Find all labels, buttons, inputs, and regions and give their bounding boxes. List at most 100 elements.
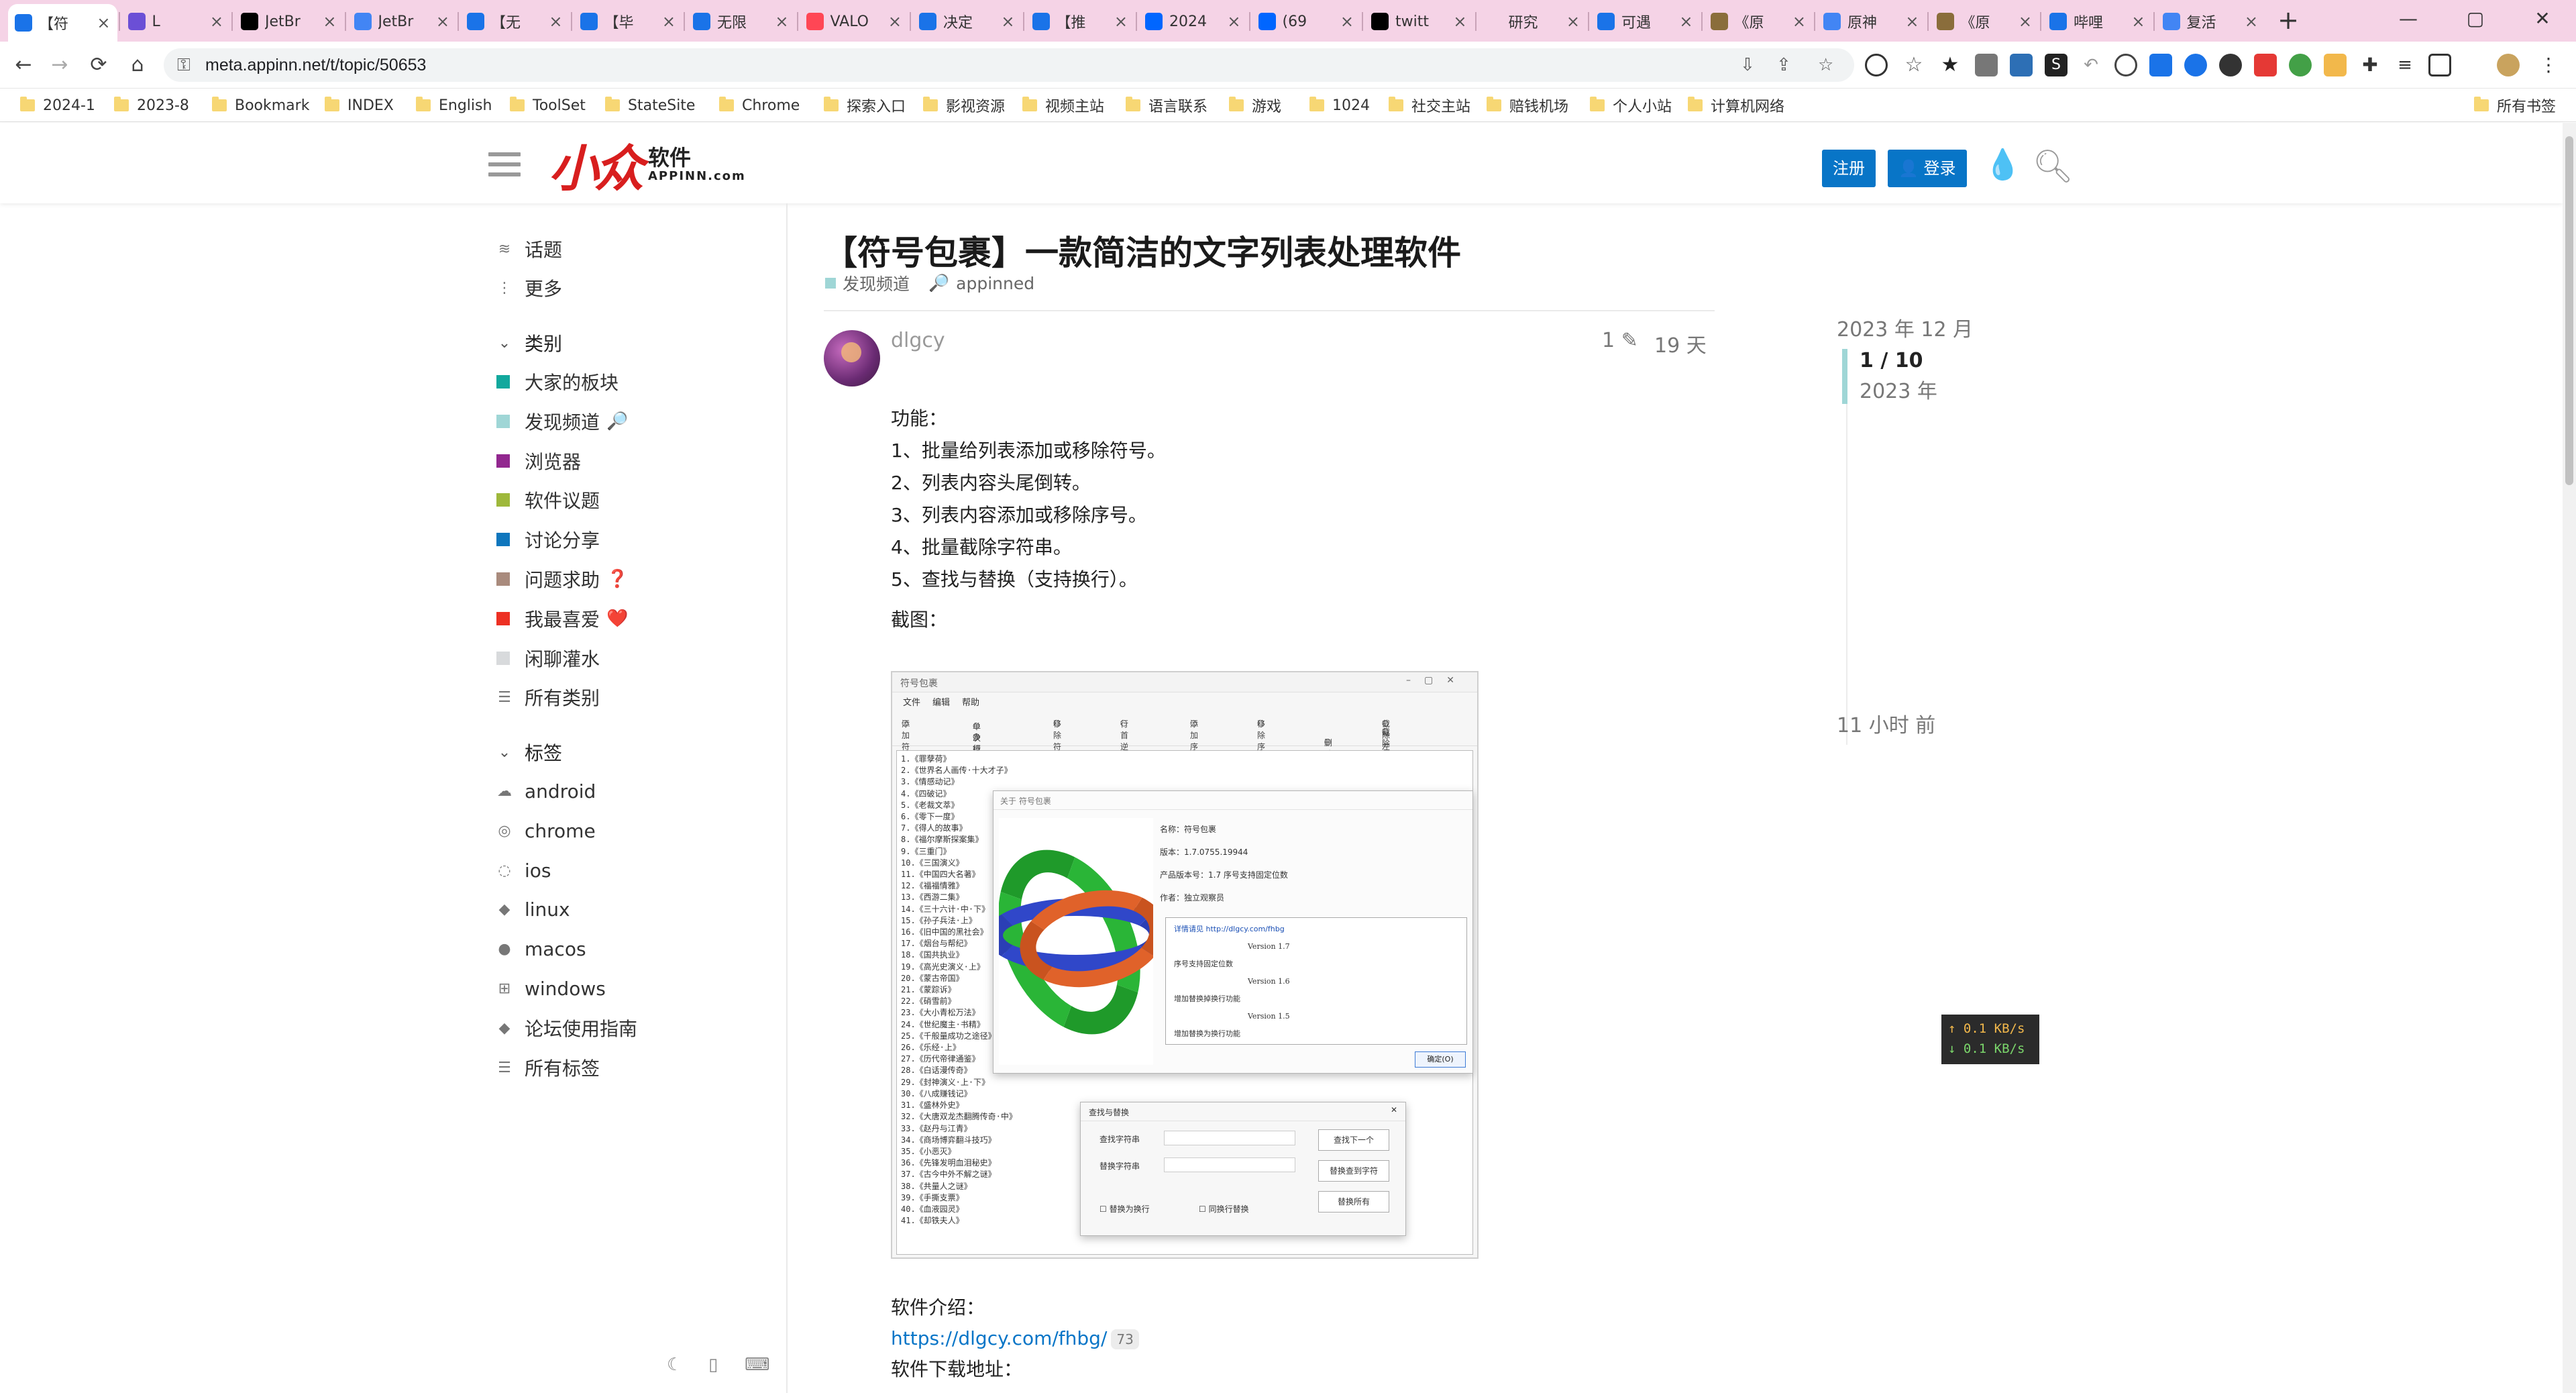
share-icon[interactable]: ⇪ bbox=[1776, 55, 1791, 75]
sidebar-section-tags[interactable]: ⌄ 标签 bbox=[495, 737, 562, 767]
sidebar-item-category[interactable]: 闲聊灌水 bbox=[495, 643, 600, 673]
tab-close-icon[interactable]: × bbox=[2019, 12, 2032, 31]
tab-close-icon[interactable]: × bbox=[1679, 12, 1693, 31]
extension-3-icon[interactable] bbox=[2010, 54, 2033, 76]
extension-5-icon[interactable] bbox=[2184, 54, 2207, 76]
extension-s-icon[interactable]: S bbox=[2045, 54, 2068, 76]
bookmark-folder[interactable]: 社交主站 bbox=[1389, 95, 1470, 115]
new-tab-button[interactable]: + bbox=[2273, 5, 2304, 36]
extension-9-icon[interactable] bbox=[2324, 54, 2347, 76]
dark-mode-icon[interactable]: ☾ bbox=[667, 1355, 682, 1375]
bookmark-folder[interactable]: 语言联系 bbox=[1126, 95, 1208, 115]
browser-tab[interactable]: (69 × bbox=[1252, 4, 1361, 39]
tab-close-icon[interactable]: × bbox=[888, 12, 902, 31]
browser-tab[interactable]: JetBr × bbox=[347, 4, 457, 39]
bookmark-folder[interactable]: 探索入口 bbox=[824, 95, 906, 115]
bookmark-folder[interactable]: 1024 bbox=[1309, 95, 1370, 115]
tab-close-icon[interactable]: × bbox=[1905, 12, 1919, 31]
tab-close-icon[interactable]: × bbox=[1001, 12, 1014, 31]
extension-8-icon[interactable] bbox=[2289, 54, 2312, 76]
tab-close-icon[interactable]: × bbox=[2131, 12, 2145, 31]
search-icon[interactable]: 🔍︎ bbox=[2033, 147, 2074, 185]
sidebar-section-categories[interactable]: ⌄ 类别 bbox=[495, 328, 562, 358]
sidebar-item-category[interactable]: 讨论分享 bbox=[495, 525, 600, 554]
login-button[interactable]: 👤 登录 bbox=[1888, 150, 1967, 187]
bookmark-folder[interactable]: Chrome bbox=[719, 95, 800, 115]
minimize-button[interactable]: — bbox=[2375, 0, 2442, 38]
hamburger-menu-icon[interactable] bbox=[488, 152, 521, 176]
bookmark-folder[interactable]: 2023-8 bbox=[114, 95, 189, 115]
browser-tab[interactable]: JetBr × bbox=[234, 4, 343, 39]
bookmark-folder[interactable]: 赔钱机场 bbox=[1487, 95, 1568, 115]
sidebar-item-category[interactable]: 软件议题 bbox=[495, 485, 600, 515]
signup-button[interactable]: 注册 bbox=[1822, 150, 1876, 187]
bookmark-folder[interactable]: StateSite bbox=[605, 95, 695, 115]
extension-7-icon[interactable] bbox=[2254, 54, 2277, 76]
tab-close-icon[interactable]: × bbox=[662, 12, 676, 31]
browser-menu-icon[interactable]: ⋮ bbox=[2537, 54, 2560, 76]
back-button[interactable]: ← bbox=[8, 50, 39, 81]
bookmark-folder[interactable]: 2024-1 bbox=[20, 95, 95, 115]
tab-close-icon[interactable]: × bbox=[210, 12, 223, 31]
browser-tab[interactable]: 研究 × bbox=[1478, 4, 1587, 39]
tab-close-icon[interactable]: × bbox=[323, 12, 336, 31]
browser-tab[interactable]: 决定 × bbox=[912, 4, 1022, 39]
browser-tab[interactable]: 【毕 × bbox=[574, 4, 683, 39]
timeline-handle[interactable] bbox=[1842, 349, 1847, 404]
sidebar-item-category[interactable]: 问题求助 ❓ bbox=[495, 564, 628, 594]
timeline-track[interactable] bbox=[1846, 349, 1847, 745]
topic-title[interactable]: 【符号包裹】一款简洁的文字列表处理软件 bbox=[824, 226, 1461, 274]
timeline-end-date[interactable]: 11 小时 前 bbox=[1837, 709, 1935, 738]
bookmark-folder[interactable]: 个人小站 bbox=[1590, 95, 1672, 115]
extension-2-icon[interactable] bbox=[1975, 54, 1998, 76]
tab-close-icon[interactable]: × bbox=[549, 12, 562, 31]
extension-clock-icon[interactable] bbox=[2114, 54, 2137, 76]
timeline-start-date[interactable]: 2023 年 12 月 bbox=[1837, 313, 1973, 342]
extension-6-icon[interactable] bbox=[2219, 54, 2242, 76]
sidebar-item-tag[interactable]: ● macos bbox=[495, 935, 586, 964]
browser-tab[interactable]: twitt × bbox=[1364, 4, 1474, 39]
browser-tab[interactable]: 哔哩 × bbox=[2043, 4, 2152, 39]
bookmark-star-icon[interactable]: ☆ bbox=[1818, 55, 1833, 75]
browser-tab[interactable]: 2024 × bbox=[1138, 4, 1248, 39]
extensions-puzzle-icon[interactable]: ✚ bbox=[2359, 54, 2381, 76]
keyboard-icon[interactable]: ⌨ bbox=[745, 1355, 770, 1375]
browser-tab[interactable]: 【推 × bbox=[1026, 4, 1135, 39]
install-app-icon[interactable]: ⇩ bbox=[1740, 55, 1755, 75]
bookmark-folder[interactable]: 游戏 bbox=[1229, 95, 1281, 115]
mobile-view-icon[interactable]: ▯ bbox=[708, 1355, 718, 1375]
browser-tab[interactable]: 【符 × bbox=[8, 4, 117, 42]
tab-close-icon[interactable]: × bbox=[775, 12, 788, 31]
tab-close-icon[interactable]: × bbox=[436, 12, 449, 31]
author-avatar[interactable] bbox=[824, 330, 880, 386]
extension-1-icon[interactable] bbox=[1865, 54, 1888, 76]
browser-tab[interactable]: 《原 × bbox=[1704, 4, 1813, 39]
bookmark-folder[interactable]: Bookmark bbox=[212, 95, 309, 115]
scrollbar-thumb[interactable] bbox=[2565, 136, 2573, 485]
bookmark-folder[interactable]: INDEX bbox=[325, 95, 394, 115]
edit-history[interactable]: 1 ✎ bbox=[1602, 329, 1638, 352]
sidebar-item-tag[interactable]: ◆ linux bbox=[495, 895, 570, 925]
tab-close-icon[interactable]: × bbox=[1227, 12, 1240, 31]
browser-tab[interactable]: 《原 × bbox=[1930, 4, 2039, 39]
sidebar-item-topics[interactable]: ≋ 话题 bbox=[495, 234, 562, 264]
sidebar-item-all-categories[interactable]: ☰ 所有类别 bbox=[495, 682, 600, 712]
sidebar-item-category[interactable]: 我最喜爱 ❤️ bbox=[495, 604, 628, 633]
app-screenshot-image[interactable]: 符号包裹 –▢✕ 文件 编辑 帮助 ○ 添加符号○ 单次模式○ 多行模式○ 移除符号○… bbox=[891, 671, 1479, 1259]
site-logo[interactable]: 小众 软件 APPINN.com bbox=[549, 138, 746, 198]
sidebar-item-tag[interactable]: ⊞ windows bbox=[495, 974, 606, 1003]
browser-tab[interactable]: 可遇 × bbox=[1591, 4, 1700, 39]
sidebar-item-more[interactable]: ⋮ 更多 bbox=[495, 273, 562, 303]
intro-link[interactable]: https://dlgcy.com/fhbg/ bbox=[891, 1327, 1107, 1349]
all-bookmarks-folder[interactable]: 所有书签 bbox=[2474, 95, 2556, 115]
sidebar-item-tag[interactable]: ◌ ios bbox=[495, 856, 551, 885]
forward-button[interactable]: → bbox=[44, 50, 75, 81]
extension-starred-icon[interactable]: ★ bbox=[1939, 54, 1962, 76]
bookmark-folder[interactable]: 视频主站 bbox=[1022, 95, 1104, 115]
sidebar-item-tag[interactable]: ◎ chrome bbox=[495, 816, 595, 845]
extension-4-icon[interactable] bbox=[2149, 54, 2172, 76]
sidebar-item-category[interactable]: 大家的板块 bbox=[495, 367, 619, 397]
reload-button[interactable]: ⟳ bbox=[83, 50, 114, 81]
topic-category-link[interactable]: 发现频道 bbox=[843, 271, 910, 295]
browser-tab[interactable]: 【无 × bbox=[460, 4, 570, 39]
